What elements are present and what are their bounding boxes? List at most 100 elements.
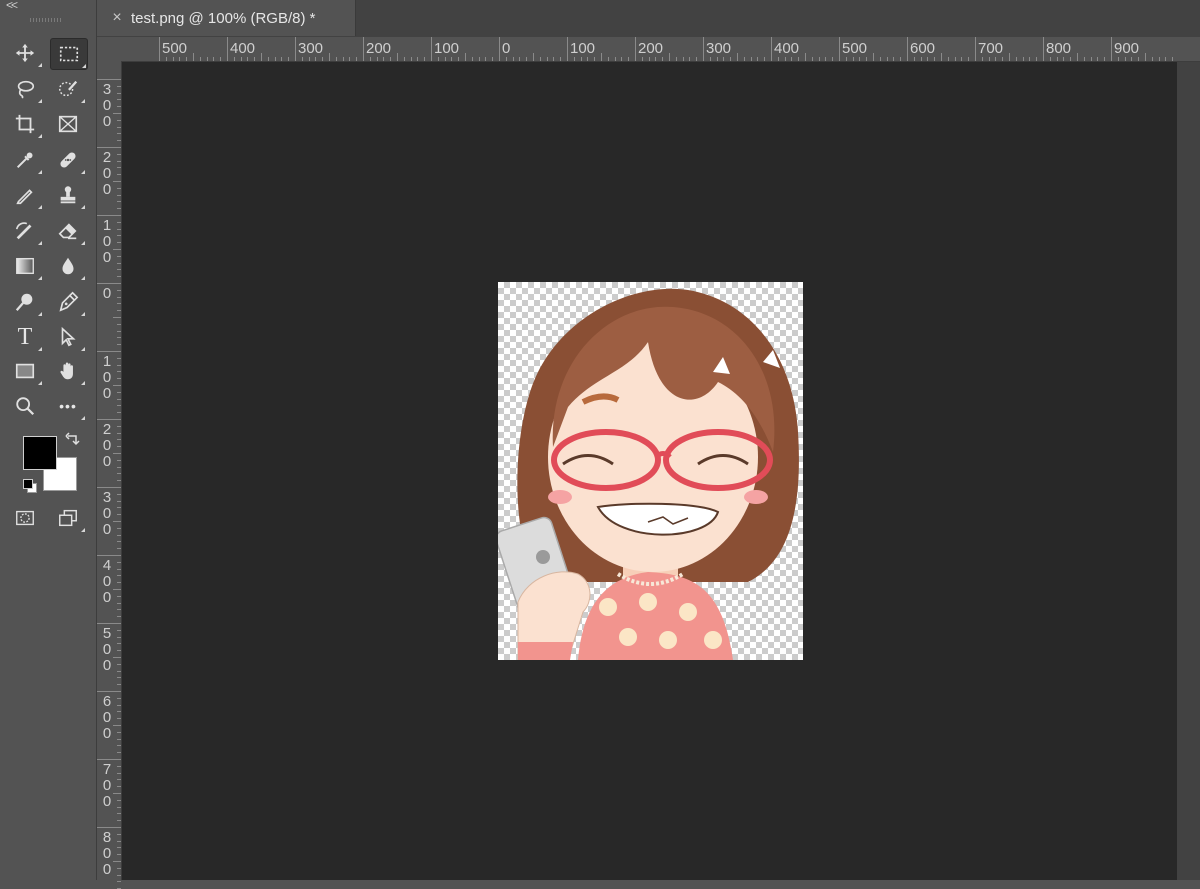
ruler-minor-tick — [1124, 57, 1126, 61]
close-tab-icon[interactable]: × — [107, 9, 127, 27]
ruler-minor-tick — [117, 269, 121, 271]
lasso-tool[interactable] — [7, 74, 43, 104]
panel-grip[interactable] — [30, 18, 62, 22]
ruler-minor-tick — [113, 249, 121, 250]
ruler-tick-label: 100 — [570, 40, 596, 57]
ruler-minor-tick — [1022, 57, 1024, 61]
ruler-minor-tick — [390, 57, 392, 61]
document-canvas[interactable] — [498, 282, 803, 660]
path-select-tool[interactable] — [50, 322, 86, 352]
rect-marquee-tool[interactable] — [50, 38, 88, 70]
ruler-minor-tick — [832, 57, 834, 61]
ruler-minor-tick — [444, 57, 446, 61]
ruler-minor-tick — [322, 57, 324, 61]
ruler-minor-tick — [117, 153, 121, 155]
zoom-tool[interactable] — [7, 391, 43, 421]
ruler-minor-tick — [764, 57, 766, 61]
ruler-minor-tick — [117, 602, 121, 604]
ruler-minor-tick — [117, 881, 121, 883]
type-tool[interactable]: T — [7, 322, 43, 352]
pen-tool[interactable] — [50, 287, 86, 317]
ruler-minor-tick — [113, 793, 121, 794]
quick-mask-button[interactable] — [7, 503, 43, 533]
eyedropper-tool[interactable] — [7, 145, 43, 175]
ruler-minor-tick — [825, 57, 827, 61]
ruler-minor-tick — [1083, 57, 1085, 61]
ruler-tick-label: 800 — [1046, 40, 1072, 57]
ruler-minor-tick — [117, 779, 121, 781]
tools-panel: << T ••• — [0, 0, 97, 880]
blur-icon — [62, 257, 74, 275]
quick-select-tool[interactable] — [50, 74, 86, 104]
eraser-tool[interactable] — [50, 216, 86, 246]
document-tab[interactable]: × test.png @ 100% (RGB/8) * — [97, 0, 356, 36]
gradient-tool[interactable] — [7, 251, 43, 281]
ruler-minor-tick — [628, 57, 630, 61]
ruler-minor-tick — [206, 57, 208, 61]
ruler-minor-tick — [655, 57, 657, 61]
brush-tool[interactable] — [7, 180, 43, 210]
ruler-minor-tick — [117, 187, 121, 189]
blur-tool[interactable] — [50, 251, 86, 281]
screen-mode-button[interactable] — [50, 503, 86, 533]
ruler-minor-tick — [458, 57, 460, 61]
ruler-minor-tick — [117, 174, 121, 176]
ruler-minor-tick — [1172, 57, 1174, 61]
ruler-minor-tick — [465, 53, 466, 61]
ruler-minor-tick — [709, 57, 711, 61]
ruler-minor-tick — [117, 310, 121, 312]
ruler-minor-tick — [866, 57, 868, 61]
clone-stamp-tool[interactable] — [50, 180, 86, 210]
ruler-minor-tick — [954, 57, 956, 61]
ruler-minor-tick — [526, 57, 528, 61]
healing-brush-tool[interactable] — [50, 145, 86, 175]
ruler-minor-tick — [1131, 57, 1133, 61]
ruler-tick-label: 0 — [102, 285, 112, 302]
foreground-color-swatch[interactable] — [23, 436, 57, 470]
ruler-corner[interactable] — [97, 37, 123, 62]
swap-colors-icon[interactable] — [65, 432, 81, 448]
more-tools[interactable]: ••• — [50, 391, 86, 421]
ruler-minor-tick — [560, 57, 562, 61]
ruler-minor-tick — [117, 677, 121, 679]
dodge-tool[interactable] — [7, 287, 43, 317]
default-colors-icon[interactable] — [23, 479, 37, 493]
move-tool[interactable] — [7, 38, 43, 68]
history-brush-tool[interactable] — [7, 216, 43, 246]
ruler-minor-tick — [117, 806, 121, 808]
hand-tool[interactable] — [50, 356, 86, 386]
ruler-minor-tick — [117, 262, 121, 264]
ruler-minor-tick — [995, 57, 997, 61]
vertical-scrollbar[interactable] — [1177, 62, 1200, 880]
ruler-minor-tick — [117, 242, 121, 244]
ruler-minor-tick — [743, 57, 745, 61]
ruler-minor-tick — [117, 296, 121, 298]
ruler-minor-tick — [356, 57, 358, 61]
vertical-ruler[interactable]: 300 200 100 0 100 200 300 400 500 600 700 800 — [97, 61, 122, 889]
path-select-icon — [61, 326, 76, 347]
rectangle-shape-tool[interactable] — [7, 356, 43, 386]
clone-stamp-icon — [60, 186, 76, 204]
horizontal-ruler[interactable]: 500 400 300 200 100 0 100 200 300 400 500 600 700 800… — [122, 37, 1200, 62]
ruler-tick — [363, 37, 364, 61]
ruler-minor-tick — [662, 57, 664, 61]
collapse-panel-button[interactable]: << — [6, 0, 18, 12]
ruler-minor-tick — [113, 725, 121, 726]
crop-tool[interactable] — [7, 109, 43, 139]
rect-marquee-icon — [59, 46, 79, 62]
ruler-tick — [97, 827, 121, 828]
ruler-minor-tick — [117, 534, 121, 536]
ruler-minor-tick — [546, 57, 548, 61]
ruler-tick — [97, 79, 121, 80]
canvas-area[interactable] — [122, 62, 1177, 880]
ruler-tick-label: 400 — [774, 40, 800, 57]
ruler-minor-tick — [117, 514, 121, 516]
ruler-minor-tick — [274, 57, 276, 61]
ruler-minor-tick — [648, 57, 650, 61]
ruler-minor-tick — [117, 500, 121, 502]
ruler-tick-label: 400 — [230, 40, 256, 57]
ruler-minor-tick — [573, 57, 575, 61]
ruler-minor-tick — [113, 181, 121, 182]
frame-tool[interactable] — [50, 109, 86, 139]
ruler-minor-tick — [900, 57, 902, 61]
